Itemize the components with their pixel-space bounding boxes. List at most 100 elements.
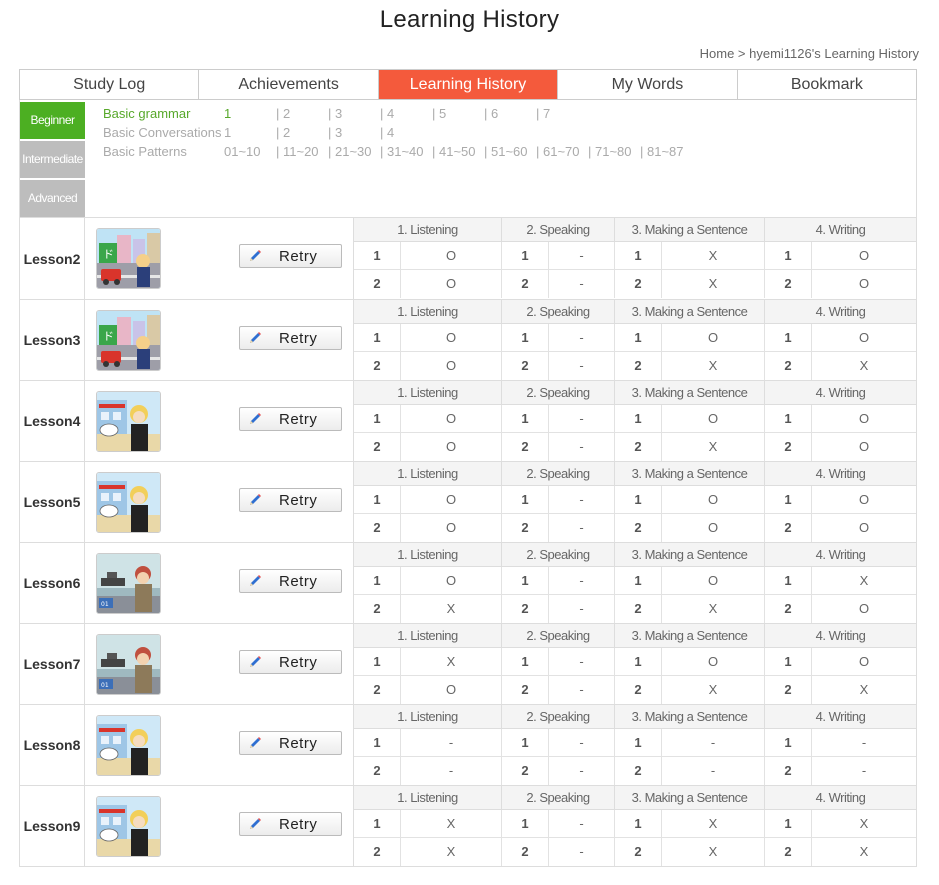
svg-text:ド: ド: [103, 330, 114, 343]
course-unit-link[interactable]: | 61~70: [536, 144, 588, 163]
tab-bookmark[interactable]: Bookmark: [737, 70, 917, 99]
attempt-number: 2: [615, 514, 662, 542]
svg-text:01: 01: [101, 601, 109, 608]
lesson-thumbnail[interactable]: [96, 715, 161, 776]
attempt-number: 2: [502, 595, 549, 623]
lesson-name: Lesson9: [20, 786, 85, 866]
retry-button[interactable]: Retry: [239, 326, 342, 350]
course-unit-link[interactable]: | 7: [536, 106, 588, 125]
level-button-intermediate[interactable]: Intermediate: [20, 141, 85, 178]
course-name[interactable]: Basic Patterns: [103, 144, 224, 163]
lesson-thumbnail[interactable]: [96, 472, 161, 533]
attempt-number: 1: [615, 729, 662, 757]
tab-achievements[interactable]: Achievements: [199, 70, 379, 99]
course-unit-link[interactable]: 01~10: [224, 144, 276, 163]
lesson-thumbnail[interactable]: [96, 391, 161, 452]
retry-button[interactable]: Retry: [239, 812, 342, 836]
attempt-number: 1: [615, 810, 662, 838]
section-header: 3. Making a Sentence: [615, 381, 765, 405]
attempt-number: 2: [502, 270, 549, 298]
attempt-number: 1: [354, 324, 401, 352]
retry-label: Retry: [279, 491, 318, 509]
attempt-number: 1: [354, 405, 401, 433]
attempt-number: 1: [502, 648, 549, 676]
course-unit-link[interactable]: | 4: [380, 125, 432, 144]
course-unit-link[interactable]: | 11~20: [276, 144, 328, 163]
section-header: 3. Making a Sentence: [615, 543, 765, 567]
retry-button[interactable]: Retry: [239, 407, 342, 431]
attempt-number: 1: [354, 648, 401, 676]
course-unit-link[interactable]: | 71~80: [588, 144, 640, 163]
lesson-row: Lesson8 Retry 1. Listening 2. Speaking 3. Ma…: [20, 704, 916, 785]
attempt-number: 1: [765, 405, 812, 433]
tab-learning-history[interactable]: Learning History: [378, 70, 559, 99]
course-unit-link[interactable]: | 5: [432, 106, 484, 125]
result-mark: -: [549, 352, 615, 380]
retry-button[interactable]: Retry: [239, 650, 342, 674]
retry-button[interactable]: Retry: [239, 569, 342, 593]
section-header: 3. Making a Sentence: [615, 786, 765, 810]
attempt-number: 1: [502, 567, 549, 595]
attempt-number: 1: [615, 242, 662, 270]
lesson-thumbnail[interactable]: ド: [96, 228, 161, 289]
level-course-panel: Beginner Intermediate Advanced Basic gramm…: [19, 100, 917, 218]
retry-button[interactable]: Retry: [239, 488, 342, 512]
tab-study-log[interactable]: Study Log: [20, 70, 200, 99]
lesson-thumbnail[interactable]: ド: [96, 310, 161, 371]
course-unit-link[interactable]: | 2: [276, 106, 328, 125]
attempt-number: 1: [502, 729, 549, 757]
course-unit-link[interactable]: | 3: [328, 125, 380, 144]
lesson-results-grid: 1. Listening 2. Speaking 3. Making a Sente…: [354, 381, 916, 461]
attempt-number: 1: [354, 810, 401, 838]
course-unit-link[interactable]: | 3: [328, 106, 380, 125]
result-mark: -: [861, 763, 867, 778]
lesson-name: Lesson8: [20, 705, 85, 785]
attempt-number: 2: [502, 352, 549, 380]
lesson-media: ド Retry: [85, 218, 354, 299]
pencil-icon: [247, 654, 263, 670]
attempt-number: 2: [354, 757, 401, 785]
lesson-thumbnail[interactable]: 01: [96, 553, 161, 614]
course-unit-link[interactable]: | 21~30: [328, 144, 380, 163]
course-unit-link[interactable]: 1: [224, 125, 276, 144]
attempt-number: 2: [502, 757, 549, 785]
attempt-number: 2: [354, 838, 401, 866]
course-unit-link[interactable]: | 4: [380, 106, 432, 125]
lesson-name: Lesson7: [20, 624, 85, 704]
result-mark: O: [662, 567, 765, 595]
section-header: 2. Speaking: [502, 543, 615, 567]
course-unit-link[interactable]: | 6: [484, 106, 536, 125]
course-unit-link[interactable]: | 31~40: [380, 144, 432, 163]
course-unit-link[interactable]: | 2: [276, 125, 328, 144]
section-header: 2. Speaking: [502, 218, 615, 242]
course-name[interactable]: Basic Conversations: [103, 125, 224, 144]
lesson-results-grid: 1. Listening 2. Speaking 3. Making a Sente…: [354, 786, 916, 866]
section-header: 2. Speaking: [502, 462, 615, 486]
attempt-number: 2: [502, 838, 549, 866]
course-unit-link[interactable]: | 81~87: [640, 144, 692, 163]
lesson-results-grid: 1. Listening 2. Speaking 3. Making a Sente…: [354, 624, 916, 704]
course-name[interactable]: Basic grammar: [103, 106, 224, 125]
course-unit-link[interactable]: | 51~60: [484, 144, 536, 163]
result-mark: X: [812, 567, 916, 595]
lesson-media: ド Retry: [85, 300, 354, 380]
course-row: Basic Conversations 1 | 2 | 3 | 4: [103, 125, 692, 144]
lesson-thumbnail[interactable]: [96, 796, 161, 857]
retry-button[interactable]: Retry: [239, 244, 342, 268]
result-mark: -: [549, 486, 615, 514]
retry-button[interactable]: Retry: [239, 731, 342, 755]
section-header: 3. Making a Sentence: [615, 218, 765, 242]
tab-my-words[interactable]: My Words: [558, 70, 738, 99]
result-mark: O: [662, 648, 765, 676]
level-button-advanced[interactable]: Advanced: [20, 180, 85, 217]
lesson-thumbnail[interactable]: 01: [96, 634, 161, 695]
course-unit-link[interactable]: 1: [224, 106, 276, 125]
result-mark: -: [549, 242, 615, 270]
lesson-row: Lesson3 ド Retry 1. Listening 2. Speaking 3. M…: [20, 299, 916, 380]
breadcrumb[interactable]: Home > hyemi1126's Learning History: [700, 46, 919, 61]
course-unit-link[interactable]: | 41~50: [432, 144, 484, 163]
section-header: 2. Speaking: [502, 624, 615, 648]
result-mark: X: [859, 844, 869, 859]
level-button-beginner[interactable]: Beginner: [20, 102, 85, 139]
section-header: 1. Listening: [354, 624, 502, 648]
